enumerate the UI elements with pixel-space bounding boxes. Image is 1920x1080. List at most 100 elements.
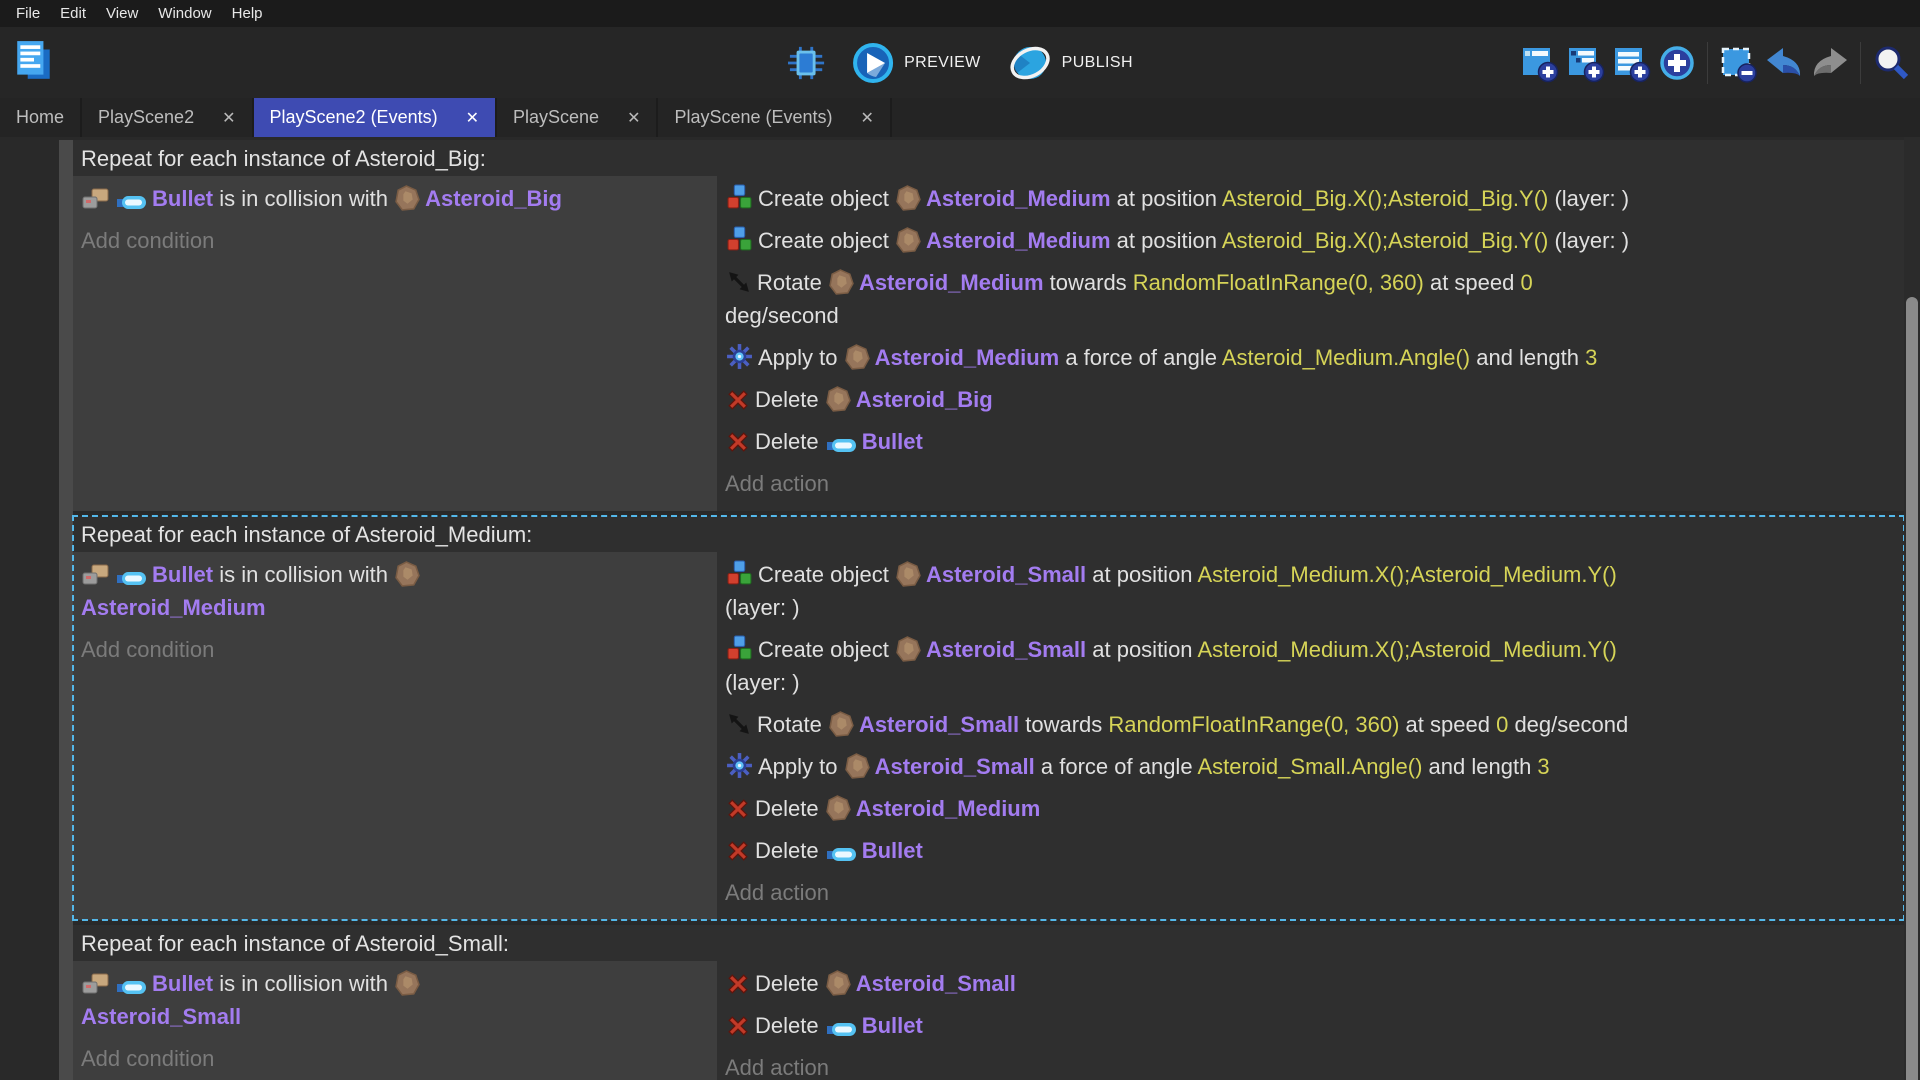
preview-button[interactable]: PREVIEW xyxy=(851,41,981,85)
event-block[interactable]: Repeat for each instance of Asteroid_Med… xyxy=(73,516,1904,920)
project-manager-button[interactable] xyxy=(10,36,58,90)
action-sentence[interactable]: Delete Asteroid_Medium xyxy=(725,788,1892,830)
project-manager-icon xyxy=(15,39,53,86)
debug-button[interactable] xyxy=(787,43,825,83)
condition-sentence[interactable]: Bullet is in collision with Asteroid_Med… xyxy=(81,554,707,629)
tab-close-icon[interactable]: ✕ xyxy=(222,108,235,128)
force-icon xyxy=(726,343,753,370)
add-comment-button[interactable] xyxy=(1608,39,1654,87)
action-sentence[interactable]: Create object Asteroid_Small at position… xyxy=(725,629,1892,704)
action-sentence[interactable]: Apply to Asteroid_Medium a force of angl… xyxy=(725,337,1892,379)
text-segment: Asteroid_Small xyxy=(859,712,1019,737)
asteroid-icon xyxy=(896,227,921,253)
tab-close-icon[interactable]: ✕ xyxy=(466,108,479,128)
tab-close-icon[interactable]: ✕ xyxy=(861,108,874,128)
text-segment: Asteroid_Medium xyxy=(856,796,1041,821)
publish-icon xyxy=(1007,41,1053,85)
text-segment: is in collision with xyxy=(213,971,394,996)
asteroid-icon xyxy=(826,795,851,821)
text-segment: Asteroid_Big.X();Asteroid_Big.Y() xyxy=(1222,228,1548,253)
add-event-button[interactable] xyxy=(1516,39,1562,87)
preview-label: PREVIEW xyxy=(904,54,981,72)
redo-icon xyxy=(1809,43,1851,83)
toolbar: PREVIEW PUBLISH xyxy=(0,27,1920,98)
text-segment: Create object xyxy=(758,228,895,253)
text-segment: at speed xyxy=(1399,712,1496,737)
add-condition-button[interactable]: Add condition xyxy=(81,220,707,262)
text-segment: Bullet xyxy=(152,971,213,996)
action-sentence[interactable]: Delete Asteroid_Small xyxy=(725,963,1892,1005)
asteroid-icon xyxy=(826,386,851,412)
tab-playscene-events-[interactable]: PlayScene (Events) ✕ xyxy=(658,98,891,137)
text-segment: Bullet xyxy=(152,562,213,587)
text-segment: at position xyxy=(1086,562,1197,587)
tab-close-icon[interactable]: ✕ xyxy=(627,108,640,128)
redo-button[interactable] xyxy=(1807,39,1853,87)
action-sentence[interactable]: Create object Asteroid_Medium at positio… xyxy=(725,178,1892,220)
publish-button[interactable]: PUBLISH xyxy=(1007,41,1133,85)
events-editor: Repeat for each instance of Asteroid_Big… xyxy=(0,137,1920,1080)
delete-selection-button[interactable] xyxy=(1715,39,1761,87)
event-repeat-header[interactable]: Repeat for each instance of Asteroid_Med… xyxy=(73,516,1904,552)
text-segment: and length xyxy=(1470,345,1585,370)
menu-edit[interactable]: Edit xyxy=(50,0,96,27)
text-segment: Asteroid_Small xyxy=(926,637,1086,662)
condition-sentence[interactable]: Bullet is in collision with Asteroid_Sma… xyxy=(81,963,707,1038)
action-sentence[interactable]: Delete Bullet xyxy=(725,830,1892,872)
toolbar-separator xyxy=(1860,42,1861,84)
action-sentence[interactable]: Create object Asteroid_Medium at positio… xyxy=(725,220,1892,262)
action-sentence[interactable]: Delete Bullet xyxy=(725,1005,1892,1047)
tab-playscene2[interactable]: PlayScene2✕ xyxy=(82,98,253,137)
text-segment: (layer: ) xyxy=(1548,186,1629,211)
text-segment: Asteroid_Small xyxy=(926,562,1086,587)
event-body: Bullet is in collision with Asteroid_Big… xyxy=(73,176,1904,511)
action-sentence[interactable]: Rotate Asteroid_Medium towards RandomFlo… xyxy=(725,262,1892,337)
tab-label: PlayScene (Events) xyxy=(674,107,832,128)
add-condition-button[interactable]: Add condition xyxy=(81,1038,707,1080)
condition-sentence[interactable]: Bullet is in collision with Asteroid_Big xyxy=(81,178,707,220)
menu-bar: FileEditViewWindowHelp xyxy=(0,0,1920,27)
menu-help[interactable]: Help xyxy=(222,0,273,27)
add-action-button[interactable]: Add action xyxy=(725,463,1892,505)
text-segment: a force of angle xyxy=(1059,345,1222,370)
delete-icon xyxy=(726,388,750,412)
event-repeat-header[interactable]: Repeat for each instance of Asteroid_Big… xyxy=(73,140,1904,176)
add-event-icon xyxy=(1519,43,1559,83)
text-segment: Asteroid_Medium xyxy=(926,228,1111,253)
add-action-button[interactable]: Add action xyxy=(725,872,1892,914)
text-segment: Bullet xyxy=(862,838,923,863)
event-repeat-header[interactable]: Repeat for each instance of Asteroid_Sma… xyxy=(73,925,1904,961)
menu-view[interactable]: View xyxy=(96,0,148,27)
add-event-circle-icon xyxy=(1657,43,1697,83)
scrollbar-thumb[interactable] xyxy=(1906,297,1918,1080)
add-subevent-button[interactable] xyxy=(1562,39,1608,87)
action-sentence[interactable]: Delete Asteroid_Big xyxy=(725,379,1892,421)
bullet-icon xyxy=(116,979,147,996)
delete-icon xyxy=(726,430,750,454)
tab-playscene2-events-[interactable]: PlayScene2 (Events)✕ xyxy=(254,98,498,137)
create-icon xyxy=(726,226,753,253)
bullet-icon xyxy=(826,1021,857,1038)
add-condition-button[interactable]: Add condition xyxy=(81,629,707,671)
action-sentence[interactable]: Rotate Asteroid_Small towards RandomFloa… xyxy=(725,704,1892,746)
text-segment: at position xyxy=(1111,228,1222,253)
text-segment: Rotate xyxy=(757,712,828,737)
text-segment: Delete xyxy=(755,387,825,412)
vertical-scrollbar[interactable] xyxy=(1904,137,1920,1080)
menu-window[interactable]: Window xyxy=(148,0,221,27)
menu-file[interactable]: File xyxy=(6,0,50,27)
event-block[interactable]: Repeat for each instance of Asteroid_Big… xyxy=(73,140,1904,511)
tab-playscene[interactable]: PlayScene✕ xyxy=(497,98,658,137)
text-segment: a force of angle xyxy=(1035,754,1198,779)
undo-button[interactable] xyxy=(1761,39,1807,87)
add-action-button[interactable]: Add action xyxy=(725,1047,1892,1080)
search-button[interactable] xyxy=(1868,39,1914,87)
action-sentence[interactable]: Delete Bullet xyxy=(725,421,1892,463)
actions-column: Create object Asteroid_Small at position… xyxy=(717,552,1904,920)
action-sentence[interactable]: Apply to Asteroid_Small a force of angle… xyxy=(725,746,1892,788)
add-event-circle-button[interactable] xyxy=(1654,39,1700,87)
event-block[interactable]: Repeat for each instance of Asteroid_Sma… xyxy=(73,925,1904,1080)
action-sentence[interactable]: Create object Asteroid_Small at position… xyxy=(725,554,1892,629)
text-segment: Asteroid_Medium.Angle() xyxy=(1222,345,1470,370)
tab-home[interactable]: Home xyxy=(0,98,82,137)
